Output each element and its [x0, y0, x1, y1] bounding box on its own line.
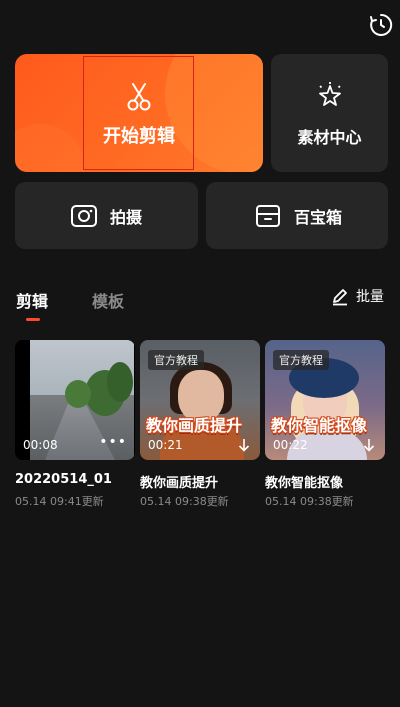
- selection-highlight: [83, 56, 194, 170]
- duration-label: 00:22: [273, 438, 308, 452]
- project-updated-time: 05.14 09:41更新: [15, 495, 104, 508]
- materials-label: 素材中心: [297, 128, 362, 147]
- project-title[interactable]: 20220514_01: [15, 472, 112, 487]
- clock-refresh-icon[interactable]: [368, 12, 394, 38]
- project-title[interactable]: 教你智能抠像: [265, 472, 343, 491]
- start-edit-button[interactable]: 开始剪辑: [15, 54, 263, 172]
- thumbnail-image-tree: [65, 380, 91, 408]
- more-options-icon[interactable]: •••: [99, 434, 127, 450]
- project-updated-time: 05.14 09:38更新: [140, 495, 229, 508]
- materials-button[interactable]: 素材中心: [271, 54, 388, 172]
- camera-icon: [71, 204, 97, 227]
- tab-edit[interactable]: 剪辑: [16, 288, 48, 312]
- duration-label: 00:21: [148, 438, 183, 452]
- duration-label: 00:08: [23, 438, 58, 452]
- sparkle-icon: [319, 82, 341, 106]
- editor-home: 开始剪辑 素材中心 拍摄 百宝箱 剪辑 模板 批量 00:08 ••• 官方教程…: [0, 0, 400, 707]
- project-thumbnail[interactable]: 00:08 •••: [15, 340, 135, 460]
- start-edit-label: 开始剪辑: [103, 126, 175, 147]
- download-icon[interactable]: [238, 438, 250, 452]
- shoot-label: 拍摄: [110, 207, 143, 227]
- toolbox-label: 百宝箱: [294, 207, 343, 227]
- thumbnail-image-tree: [107, 362, 133, 402]
- batch-button[interactable]: 批量: [330, 286, 384, 306]
- scissors-icon: [127, 83, 151, 111]
- official-tutorial-badge: 官方教程: [273, 350, 329, 370]
- toolbox-icon: [256, 204, 280, 227]
- official-tutorial-badge: 官方教程: [148, 350, 204, 370]
- download-icon[interactable]: [363, 438, 375, 452]
- project-updated-time: 05.14 09:38更新: [265, 495, 354, 508]
- edit-pencil-icon: [333, 289, 347, 306]
- project-thumbnail[interactable]: 官方教程 教你智能抠像 00:22: [265, 340, 385, 460]
- active-tab-indicator: [26, 318, 40, 321]
- project-title[interactable]: 教你画质提升: [140, 472, 218, 491]
- shoot-button[interactable]: 拍摄: [15, 182, 198, 249]
- thumbnail-caption: 教你智能抠像: [271, 416, 368, 435]
- thumbnail-caption: 教你画质提升: [146, 416, 243, 435]
- project-thumbnail[interactable]: 官方教程 教你画质提升 00:21: [140, 340, 260, 460]
- toolbox-button[interactable]: 百宝箱: [206, 182, 388, 249]
- batch-label: 批量: [356, 289, 384, 305]
- tab-template[interactable]: 模板: [92, 288, 124, 312]
